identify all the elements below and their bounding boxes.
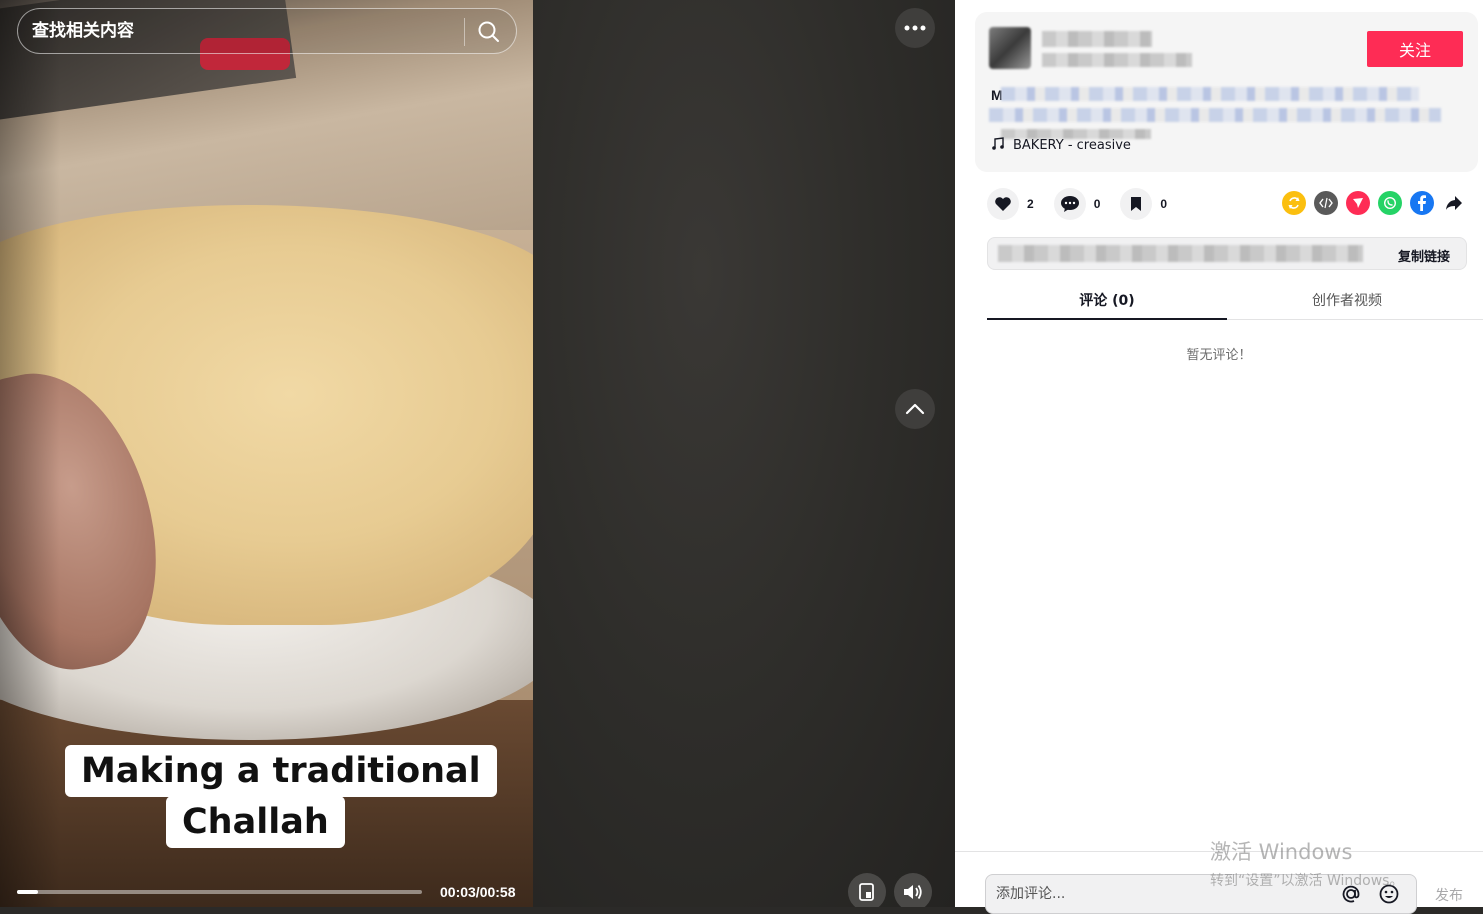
comment-button[interactable]: 0: [1053, 188, 1101, 220]
author-name-blurred[interactable]: [1042, 31, 1152, 47]
comment-icon: [1053, 188, 1086, 220]
like-count: 2: [1027, 197, 1034, 211]
repost-icon[interactable]: [1282, 191, 1306, 215]
whatsapp-icon[interactable]: [1378, 191, 1402, 215]
post-comment-button[interactable]: 发布: [1435, 885, 1463, 905]
save-button[interactable]: 0: [1120, 188, 1167, 220]
author-meta-blurred: [1042, 53, 1192, 67]
share-row: [1282, 191, 1466, 215]
description-blurred-2: [989, 108, 1441, 122]
share-link-blurred: [998, 245, 1363, 262]
video-progress-bar[interactable]: [17, 890, 422, 894]
author-card: 关注 M BAKERY - creasive: [975, 12, 1478, 172]
comment-composer: 发布: [955, 851, 1483, 914]
volume-icon[interactable]: [894, 873, 932, 907]
follow-button[interactable]: 关注: [1367, 31, 1463, 67]
send-to-friend-icon[interactable]: [1346, 191, 1370, 215]
video-progress-fill: [17, 890, 39, 894]
engagement-bar: 2 0 0: [987, 187, 1187, 221]
video-frame-shade: [0, 0, 60, 907]
share-link-box: 复制链接: [987, 237, 1467, 270]
video-caption-line-2: Challah: [166, 796, 345, 848]
tab-creator-videos[interactable]: 创作者视频: [1227, 290, 1467, 310]
search-divider: [464, 18, 465, 46]
music-title: BAKERY - creasive: [1013, 138, 1131, 153]
avatar[interactable]: [989, 27, 1031, 69]
active-tab-underline: [987, 318, 1227, 320]
save-count: 0: [1160, 197, 1168, 211]
search-bar: [17, 8, 517, 54]
emoji-icon[interactable]: [1378, 883, 1400, 910]
panel-tabs: 评论 (0) 创作者视频: [987, 282, 1483, 320]
copy-link-button[interactable]: 复制链接: [1398, 246, 1450, 265]
video-time: 00:03/00:58: [440, 884, 516, 900]
chevron-up-icon[interactable]: [895, 389, 935, 429]
share-arrow-icon[interactable]: [1442, 191, 1466, 215]
video-blurred-backdrop: [533, 0, 955, 907]
video-player[interactable]: Making a traditional Challah 00:03/00:58: [0, 0, 533, 907]
mini-player-icon[interactable]: [848, 873, 886, 907]
heart-icon: [987, 188, 1019, 220]
video-stage: Making a traditional Challah 00:03/00:58: [0, 0, 955, 907]
description-blurred-1: [1001, 87, 1419, 101]
music-link[interactable]: BAKERY - creasive: [991, 137, 1131, 154]
bookmark-icon: [1120, 188, 1153, 220]
side-panel: 关注 M BAKERY - creasive 2 0 0 复制链接 评论 (0)…: [955, 0, 1483, 914]
video-caption-line-1: Making a traditional: [65, 745, 497, 797]
embed-code-icon[interactable]: [1314, 191, 1338, 215]
facebook-icon[interactable]: [1410, 191, 1434, 215]
music-note-icon: [991, 137, 1005, 154]
mention-icon[interactable]: [1340, 883, 1362, 910]
comment-box: [985, 874, 1417, 914]
empty-comments-text: 暂无评论！: [1186, 348, 1252, 363]
comment-input[interactable]: [996, 884, 1326, 904]
search-icon[interactable]: [476, 19, 502, 45]
like-button[interactable]: 2: [987, 188, 1034, 220]
more-options-icon[interactable]: [895, 8, 935, 48]
tab-comments[interactable]: 评论 (0): [987, 290, 1227, 310]
search-input[interactable]: [32, 19, 462, 43]
comment-count: 0: [1093, 197, 1101, 211]
